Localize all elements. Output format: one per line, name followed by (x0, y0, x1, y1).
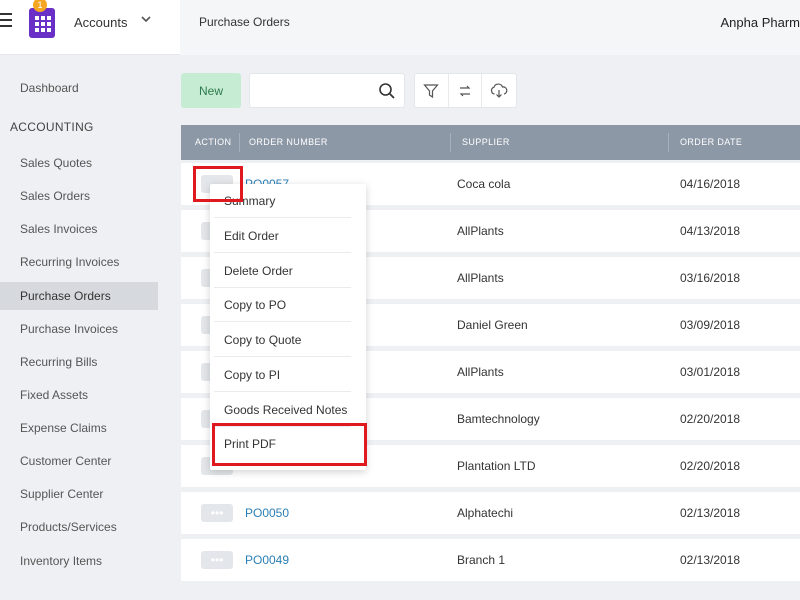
supplier-cell: Branch 1 (457, 553, 506, 567)
sidebar-section-heading: ACCOUNTING (10, 120, 94, 134)
hamburger-menu-icon[interactable] (0, 13, 12, 29)
supplier-cell: Daniel Green (457, 318, 528, 332)
table-row[interactable]: ••• PO0049 Branch 1 02/13/2018 (181, 539, 800, 581)
row-action-button[interactable]: ••• (201, 551, 233, 569)
order-date-cell: 03/16/2018 (680, 271, 741, 285)
app-header: 1 Accounts (0, 0, 180, 55)
order-date-cell: 02/13/2018 (680, 506, 741, 520)
company-name[interactable]: Anpha Pharm (721, 15, 800, 30)
breadcrumb: Purchase Orders (199, 15, 290, 29)
column-header-action: ACTION (195, 137, 232, 147)
supplier-cell: Alphatechi (457, 506, 514, 520)
page-header: Purchase Orders Anpha Pharm (180, 0, 800, 55)
new-button[interactable]: New (181, 73, 241, 108)
sync-icon[interactable] (449, 74, 483, 107)
order-date-cell: 02/20/2018 (680, 459, 741, 473)
column-header-supplier[interactable]: SUPPLIER (462, 125, 510, 160)
menu-item-edit-order[interactable]: Edit Order (214, 219, 351, 253)
sidebar-item-sales-quotes[interactable]: Sales Quotes (0, 149, 158, 177)
order-date-cell: 02/13/2018 (680, 553, 741, 567)
chevron-down-icon[interactable] (141, 14, 151, 27)
sidebar-item-fixed-assets[interactable]: Fixed Assets (0, 381, 158, 409)
order-date-cell: 03/01/2018 (680, 365, 741, 379)
table-header: ACTION ORDER NUMBER SUPPLIER ORDER DATE (181, 125, 800, 160)
supplier-cell: Bamtechnology (457, 412, 540, 426)
menu-item-copy-to-po[interactable]: Copy to PO (214, 288, 351, 322)
search-box (249, 73, 405, 108)
table-row[interactable]: ••• PO0050 Alphatechi 02/13/2018 (181, 492, 800, 534)
sidebar-item-dashboard[interactable]: Dashboard (0, 74, 158, 102)
sidebar-item-supplier-center[interactable]: Supplier Center (0, 480, 158, 508)
supplier-cell: AllPlants (457, 365, 504, 379)
order-date-cell: 03/09/2018 (680, 318, 741, 332)
column-divider (239, 133, 240, 152)
supplier-cell: AllPlants (457, 224, 504, 238)
sidebar-item-expense-claims[interactable]: Expense Claims (0, 414, 158, 442)
row-action-button[interactable]: ••• (201, 504, 233, 522)
menu-item-copy-to-pi[interactable]: Copy to PI (214, 358, 351, 392)
sidebar-item-purchase-orders[interactable]: Purchase Orders (0, 282, 158, 310)
column-header-order-number[interactable]: ORDER NUMBER (249, 125, 328, 160)
menu-item-print-pdf[interactable]: Print PDF (214, 427, 351, 461)
sidebar-item-recurring-invoices[interactable]: Recurring Invoices (0, 248, 158, 276)
menu-item-copy-to-quote[interactable]: Copy to Quote (214, 323, 351, 357)
menu-item-summary[interactable]: Summary (214, 184, 351, 218)
filter-icon[interactable] (415, 74, 449, 107)
search-input[interactable] (258, 80, 373, 102)
sidebar: Dashboard ACCOUNTING Sales Quotes Sales … (0, 55, 165, 600)
sidebar-item-sales-invoices[interactable]: Sales Invoices (0, 215, 158, 243)
app-switcher[interactable]: Accounts (74, 15, 127, 30)
column-divider (668, 133, 669, 152)
order-number-link[interactable]: PO0049 (245, 539, 289, 581)
order-date-cell: 04/16/2018 (680, 177, 741, 191)
sidebar-item-products-services[interactable]: Products/Services (0, 513, 158, 541)
sidebar-item-sales-orders[interactable]: Sales Orders (0, 182, 158, 210)
sidebar-item-recurring-bills[interactable]: Recurring Bills (0, 348, 158, 376)
menu-item-delete-order[interactable]: Delete Order (214, 254, 351, 288)
menu-item-goods-received-notes[interactable]: Goods Received Notes (214, 393, 351, 427)
supplier-cell: Plantation LTD (457, 459, 536, 473)
top-bar: 1 Accounts Purchase Orders Anpha Pharm (0, 0, 800, 55)
sidebar-item-inventory-items[interactable]: Inventory Items (0, 547, 158, 575)
supplier-cell: AllPlants (457, 271, 504, 285)
search-icon[interactable] (378, 82, 396, 100)
download-icon[interactable] (482, 74, 516, 107)
app-logo[interactable] (29, 8, 55, 38)
column-divider (450, 133, 451, 152)
supplier-cell: Coca cola (457, 177, 511, 191)
row-action-menu: Summary Edit Order Delete Order Copy to … (210, 184, 366, 470)
sidebar-item-customer-center[interactable]: Customer Center (0, 447, 158, 475)
order-number-link[interactable]: PO0050 (245, 492, 289, 534)
sidebar-item-purchase-invoices[interactable]: Purchase Invoices (0, 315, 158, 343)
table-tools (414, 73, 517, 108)
column-header-order-date[interactable]: ORDER DATE (680, 125, 742, 160)
order-date-cell: 04/13/2018 (680, 224, 741, 238)
order-date-cell: 02/20/2018 (680, 412, 741, 426)
